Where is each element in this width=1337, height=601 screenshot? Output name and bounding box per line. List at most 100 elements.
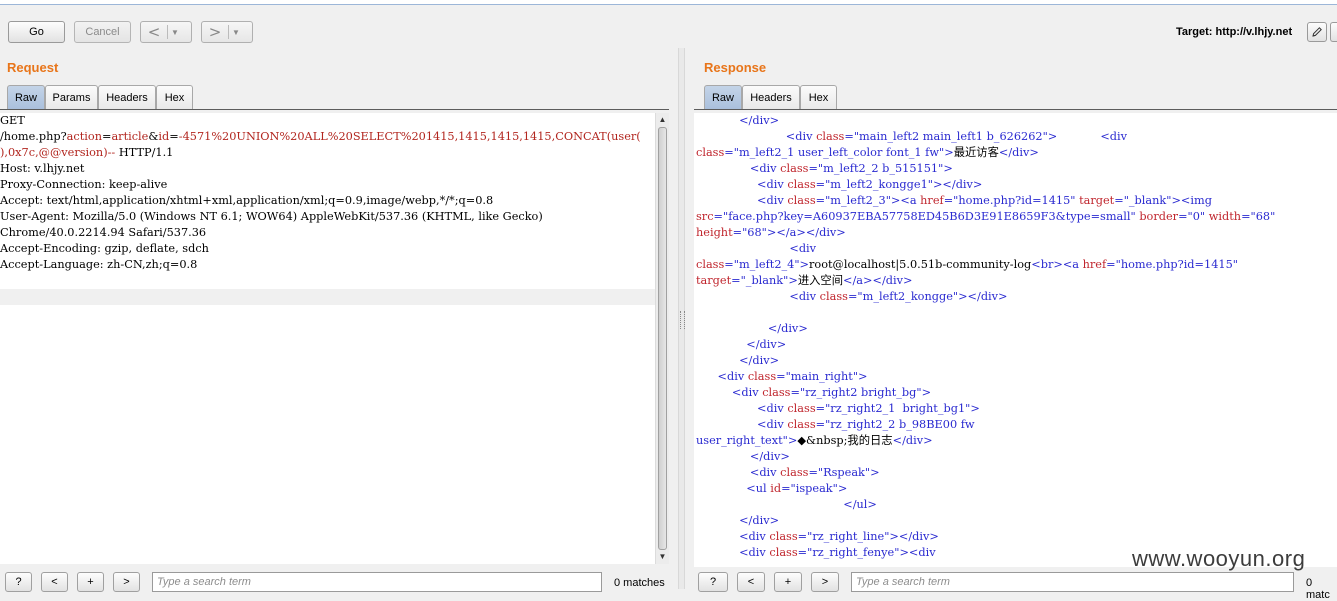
request-search-input[interactable]: Type a search term xyxy=(152,572,602,592)
go-button[interactable]: Go xyxy=(8,21,65,43)
response-add-button[interactable]: + xyxy=(774,572,802,592)
response-token: <div xyxy=(696,162,781,175)
tab-underline xyxy=(0,109,669,110)
request-help-button[interactable]: ? xyxy=(5,572,32,592)
response-token: "m_left2_kongge" xyxy=(857,290,959,303)
response-line: <div xyxy=(696,241,1337,257)
response-token: = xyxy=(797,530,808,543)
response-token: > xyxy=(787,434,798,447)
response-search-input[interactable]: Type a search term xyxy=(851,572,1294,592)
response-token: </div> xyxy=(696,322,808,335)
request-vertical-scrollbar[interactable]: ▲ ▼ xyxy=(655,113,669,564)
response-token: class xyxy=(696,146,725,159)
response-token: class xyxy=(696,258,725,271)
request-line: GET xyxy=(0,113,655,129)
request-token: -4571%20UNION%20ALL%20SELECT%201415,1415… xyxy=(178,130,641,143)
response-line: </div> xyxy=(696,113,1337,129)
target-label: Target: http://v.lhjy.net xyxy=(1176,26,1293,38)
response-token: height xyxy=(696,226,733,239)
response-token: > xyxy=(799,258,810,271)
request-token: Accept: text/html,application/xhtml+xml,… xyxy=(0,194,494,207)
back-history-dropdown-icon[interactable]: ▼ xyxy=(168,28,182,37)
forward-button[interactable]: > ▼ xyxy=(201,21,253,43)
response-token: <div xyxy=(696,466,781,479)
request-line: Accept-Language: zh-CN,zh;q=0.8 xyxy=(0,257,655,273)
request-line: Accept: text/html,application/xhtml+xml,… xyxy=(0,193,655,209)
tab-response-hex[interactable]: Hex xyxy=(800,85,837,109)
request-token: Chrome/40.0.2214.94 Safari/537.36 xyxy=(0,226,207,239)
current-line-highlight xyxy=(0,289,655,305)
response-token: </div> xyxy=(696,450,790,463)
cancel-button[interactable]: Cancel xyxy=(74,21,131,43)
response-token: width xyxy=(1208,210,1242,223)
response-token: ></a></div> xyxy=(766,226,846,239)
response-token: = xyxy=(844,130,854,143)
request-line: Accept-Encoding: gzip, deflate, sdch xyxy=(0,241,655,257)
response-token: <div xyxy=(696,178,788,191)
request-next-match-button[interactable]: > xyxy=(113,572,140,592)
pencil-icon[interactable] xyxy=(1307,22,1327,42)
response-token: = xyxy=(724,146,734,159)
response-token: <div xyxy=(696,194,788,207)
request-token: action xyxy=(66,130,102,143)
response-token: = xyxy=(847,290,858,303)
response-token: "rz_right2_1 bright_bg1" xyxy=(825,402,971,415)
response-next-match-button[interactable]: > xyxy=(811,572,839,592)
response-line: </div> xyxy=(696,337,1337,353)
scroll-up-icon[interactable]: ▲ xyxy=(656,113,669,127)
response-token: > xyxy=(837,482,848,495)
request-token: id xyxy=(158,130,170,143)
response-line: </div> xyxy=(696,321,1337,337)
response-token: class xyxy=(769,546,798,559)
request-add-button[interactable]: + xyxy=(77,572,104,592)
request-token: HTTP/1.1 xyxy=(115,146,174,159)
back-button[interactable]: < ▼ xyxy=(140,21,192,43)
tab-request-headers[interactable]: Headers xyxy=(98,85,156,109)
response-token: </div> xyxy=(892,434,933,447)
request-editor[interactable]: GET/home.php?action=article&id=-4571%20U… xyxy=(0,113,655,564)
response-prev-match-button[interactable]: < xyxy=(737,572,765,592)
response-token: = xyxy=(713,210,723,223)
response-token: > xyxy=(858,370,868,383)
response-token: "rz_right2 bright_bg" xyxy=(799,386,922,399)
response-token: = xyxy=(1114,194,1124,207)
scroll-thumb[interactable] xyxy=(658,127,667,550)
scroll-down-icon[interactable]: ▼ xyxy=(656,550,669,564)
response-token: "_blank" xyxy=(740,274,789,287)
response-line: </div> xyxy=(696,513,1337,529)
response-token: "rz_right_line" xyxy=(807,530,890,543)
response-token: "rz_right2_2 b_98BE00 fw xyxy=(825,418,975,431)
response-line: <ul id="ispeak"> xyxy=(696,481,1337,497)
response-line: <div class="Rspeak"> xyxy=(696,465,1337,481)
split-pane-divider[interactable] xyxy=(678,48,685,589)
tab-response-headers[interactable]: Headers xyxy=(742,85,800,109)
response-line: </ul> xyxy=(696,497,1337,513)
response-token: = xyxy=(790,386,800,399)
response-token: = xyxy=(1241,210,1251,223)
tab-request-params[interactable]: Params xyxy=(45,85,98,109)
response-token: "ispeak" xyxy=(790,482,838,495)
response-help-button[interactable]: ? xyxy=(698,572,728,592)
request-line: ),0x7c,@@version)-- HTTP/1.1 xyxy=(0,145,655,161)
tab-request-raw[interactable]: Raw xyxy=(7,85,45,110)
response-token: > <div xyxy=(1047,130,1128,143)
forward-history-dropdown-icon[interactable]: ▼ xyxy=(229,28,243,37)
tab-request-hex[interactable]: Hex xyxy=(156,85,193,109)
response-match-count: 0 matc xyxy=(1306,577,1330,601)
response-token: <div xyxy=(696,546,770,559)
response-token: = xyxy=(797,546,808,559)
forward-arrow-icon: > xyxy=(208,23,222,41)
request-line: User-Agent: Mozilla/5.0 (Windows NT 6.1;… xyxy=(0,209,655,225)
response-token: = xyxy=(808,466,818,479)
response-token: ></div> xyxy=(932,178,983,191)
response-token: "_blank" xyxy=(1123,194,1172,207)
response-token: > xyxy=(944,146,954,159)
request-prev-match-button[interactable]: < xyxy=(41,572,68,592)
tab-response-raw[interactable]: Raw xyxy=(704,85,742,110)
response-token: "68" xyxy=(742,226,767,239)
response-token: ><a xyxy=(890,194,921,207)
response-line: <div class="rz_right2_1 bright_bg1"> xyxy=(696,401,1337,417)
response-editor[interactable]: </div> <div class="main_left2 main_left1… xyxy=(694,113,1337,567)
question-icon[interactable] xyxy=(1330,22,1337,42)
response-token: "main_right" xyxy=(785,370,859,383)
